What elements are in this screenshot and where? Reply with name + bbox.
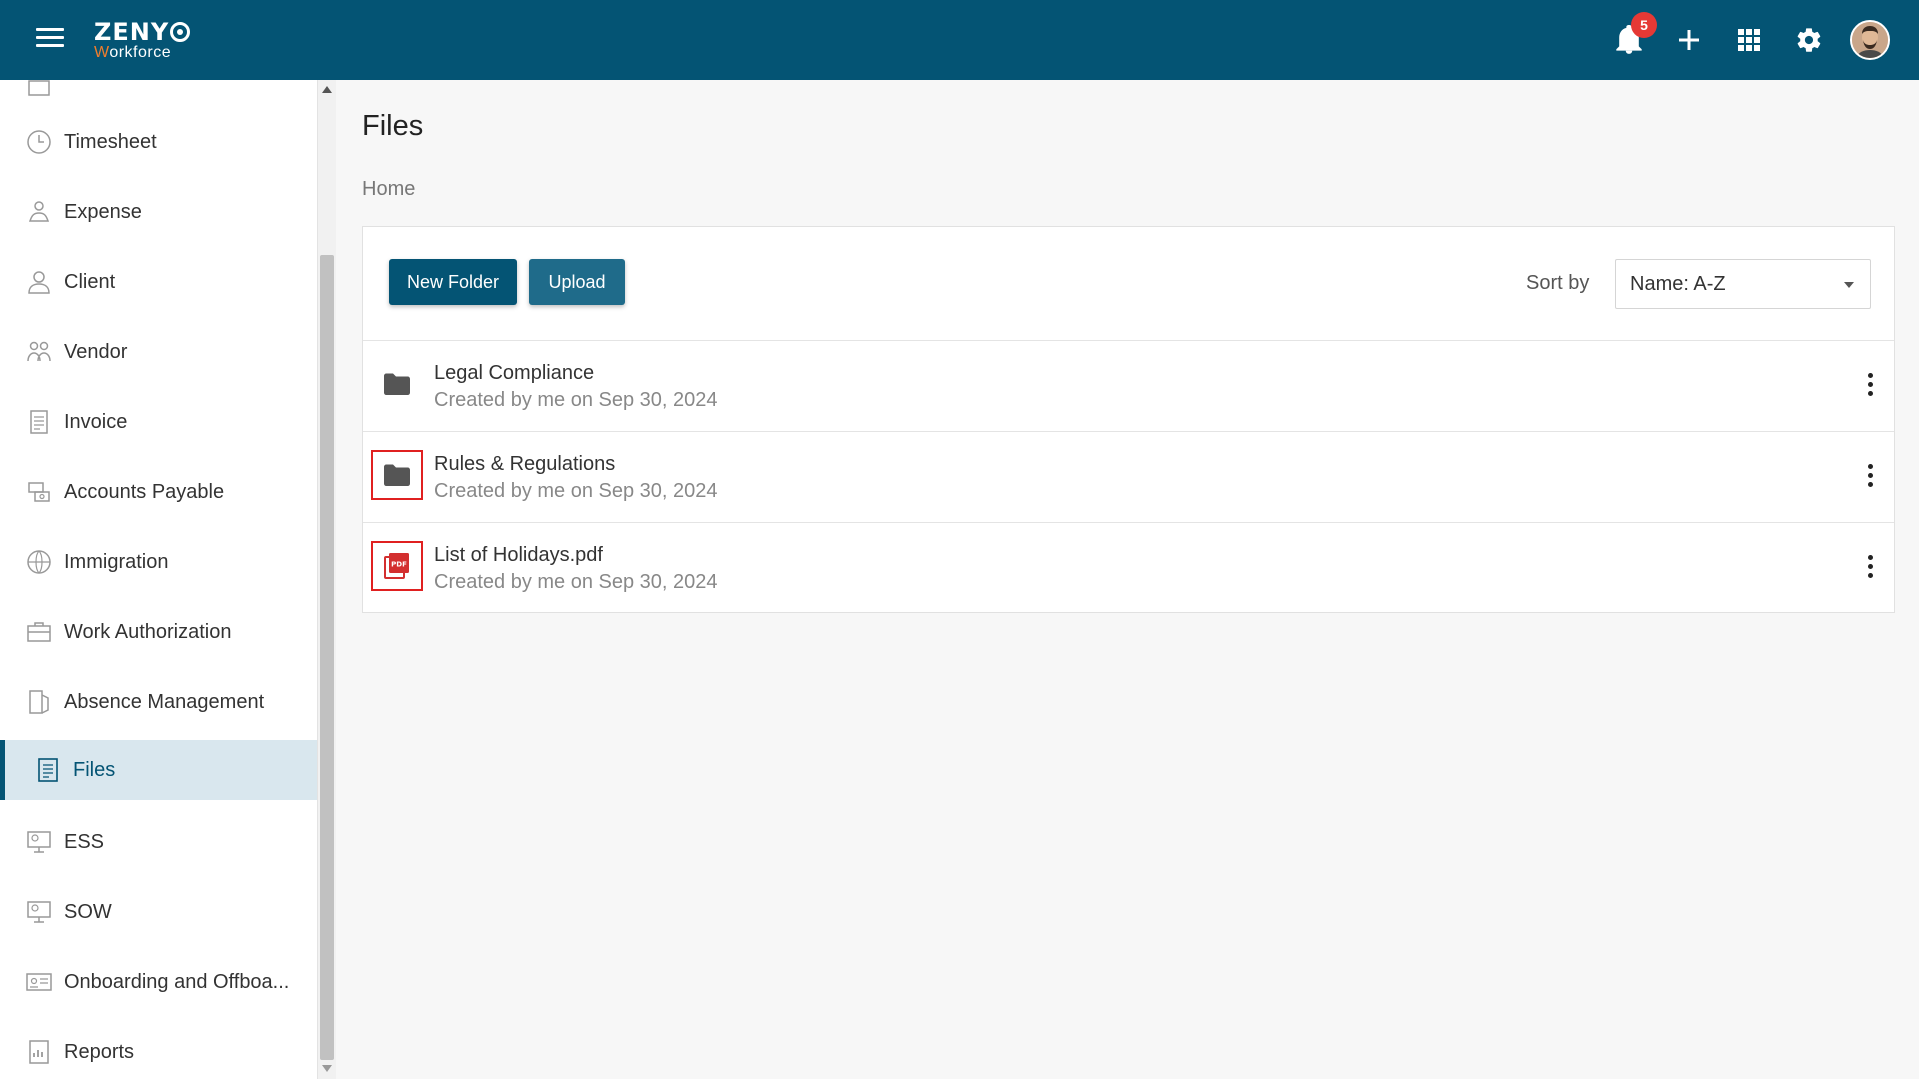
sidebar-item-label: Files [73,758,116,781]
file-meta: Created by me on Sep 30, 2024 [434,571,718,593]
accounts-payable-icon [28,482,50,502]
file-row[interactable]: Rules & Regulations Created by me on Sep… [363,432,1894,523]
door-icon [29,690,49,714]
gear-icon[interactable] [1789,20,1829,60]
files-card: New Folder Upload Sort by Name: A-Z Lega… [362,226,1895,613]
sidebar-item-label: Client [64,270,116,293]
top-bar: ZENY Workforce 5 [0,0,1919,80]
sidebar-item-reports[interactable]: Reports [0,1022,317,1079]
plus-icon[interactable] [1669,20,1709,60]
expense-icon [28,201,50,222]
sidebar-item-label: Absence Management [64,690,265,713]
reports-icon [29,1040,49,1064]
apps-grid-icon[interactable] [1729,20,1769,60]
folder-icon [371,359,423,409]
sidebar-item-expense[interactable]: Expense [0,182,317,242]
sort-select-value: Name: A-Z [1630,273,1726,295]
files-toolbar: New Folder Upload Sort by Name: A-Z [363,227,1894,341]
sidebar-item-files[interactable]: Files [0,740,317,800]
logo-brand: ZENY [94,20,191,44]
invoice-icon [30,410,48,434]
sidebar-item-ess[interactable]: ESS [0,812,317,872]
sidebar-item-client[interactable]: Client [0,252,317,312]
sidebar-item-label: Immigration [64,550,169,573]
sidebar-item-vendor[interactable]: Vendor [0,322,317,382]
sidebar-partial-icon [28,80,50,96]
sidebar-item-label: ESS [64,830,105,853]
notification-badge[interactable]: 5 [1631,12,1657,38]
vendor-icon [27,341,51,362]
pdf-file-icon: PDF [371,541,423,591]
file-name[interactable]: Rules & Regulations [434,453,615,476]
file-meta: Created by me on Sep 30, 2024 [434,389,718,411]
file-name[interactable]: Legal Compliance [434,362,594,385]
id-card-icon [26,973,52,991]
sidebar-item-sow[interactable]: SOW [0,882,317,942]
sidebar-item-timesheet[interactable]: Timesheet [0,112,317,172]
page-title: Files [362,110,424,142]
chevron-down-icon [1844,282,1854,288]
briefcase-icon [27,622,51,642]
sidebar-scrollbar[interactable] [318,80,336,1079]
sidebar-item-label: Onboarding and Offboa... [64,970,290,993]
file-meta: Created by me on Sep 30, 2024 [434,480,718,502]
sidebar-item-label: Reports [64,1040,135,1063]
scroll-down-arrow-icon[interactable] [322,1065,332,1072]
clock-icon [27,130,51,154]
sidebar-item-label: Timesheet [64,130,157,153]
sidebar-item-label: Expense [64,200,142,223]
folder-icon [371,450,423,500]
more-options-icon[interactable] [1863,555,1877,581]
file-icon [38,758,58,782]
new-folder-button[interactable]: New Folder [389,259,517,305]
more-options-icon[interactable] [1863,464,1877,490]
sow-icon [27,901,51,923]
sidebar-item-label: Vendor [64,340,128,363]
file-row[interactable]: PDF List of Holidays.pdf Created by me o… [363,523,1894,614]
sidebar-item-label: SOW [64,900,112,923]
scroll-thumb[interactable] [320,255,334,1060]
svg-text:PDF: PDF [391,561,407,569]
globe-icon [27,550,51,574]
sidebar-item-onboarding[interactable]: Onboarding and Offboa... [0,952,317,1012]
sidebar-item-absence-management[interactable]: Absence Management [0,672,317,732]
ess-icon [27,831,51,853]
logo[interactable]: ZENY Workforce [94,20,191,61]
sort-select[interactable]: Name: A-Z [1615,259,1871,309]
sidebar-item-immigration[interactable]: Immigration [0,532,317,592]
sidebar-item-accounts-payable[interactable]: Accounts Payable [0,462,317,522]
sidebar: Timesheet Expense Client Vendor Invoice … [0,80,318,1079]
more-options-icon[interactable] [1863,373,1877,399]
upload-button[interactable]: Upload [529,259,625,305]
file-row[interactable]: Legal Compliance Created by me on Sep 30… [363,341,1894,432]
breadcrumb[interactable]: Home [362,178,415,201]
sidebar-item-label: Work Authorization [64,620,232,643]
logo-sub: Workforce [94,44,172,61]
avatar[interactable] [1850,20,1890,60]
sidebar-item-invoice[interactable]: Invoice [0,392,317,452]
sidebar-item-label: Accounts Payable [64,480,225,503]
user-icon [28,271,50,294]
sort-label: Sort by [1526,272,1590,294]
scroll-up-arrow-icon[interactable] [322,86,332,93]
file-name[interactable]: List of Holidays.pdf [434,544,603,567]
sidebar-item-work-authorization[interactable]: Work Authorization [0,602,317,662]
sidebar-item-label: Invoice [64,410,128,433]
menu-icon[interactable] [36,28,64,50]
